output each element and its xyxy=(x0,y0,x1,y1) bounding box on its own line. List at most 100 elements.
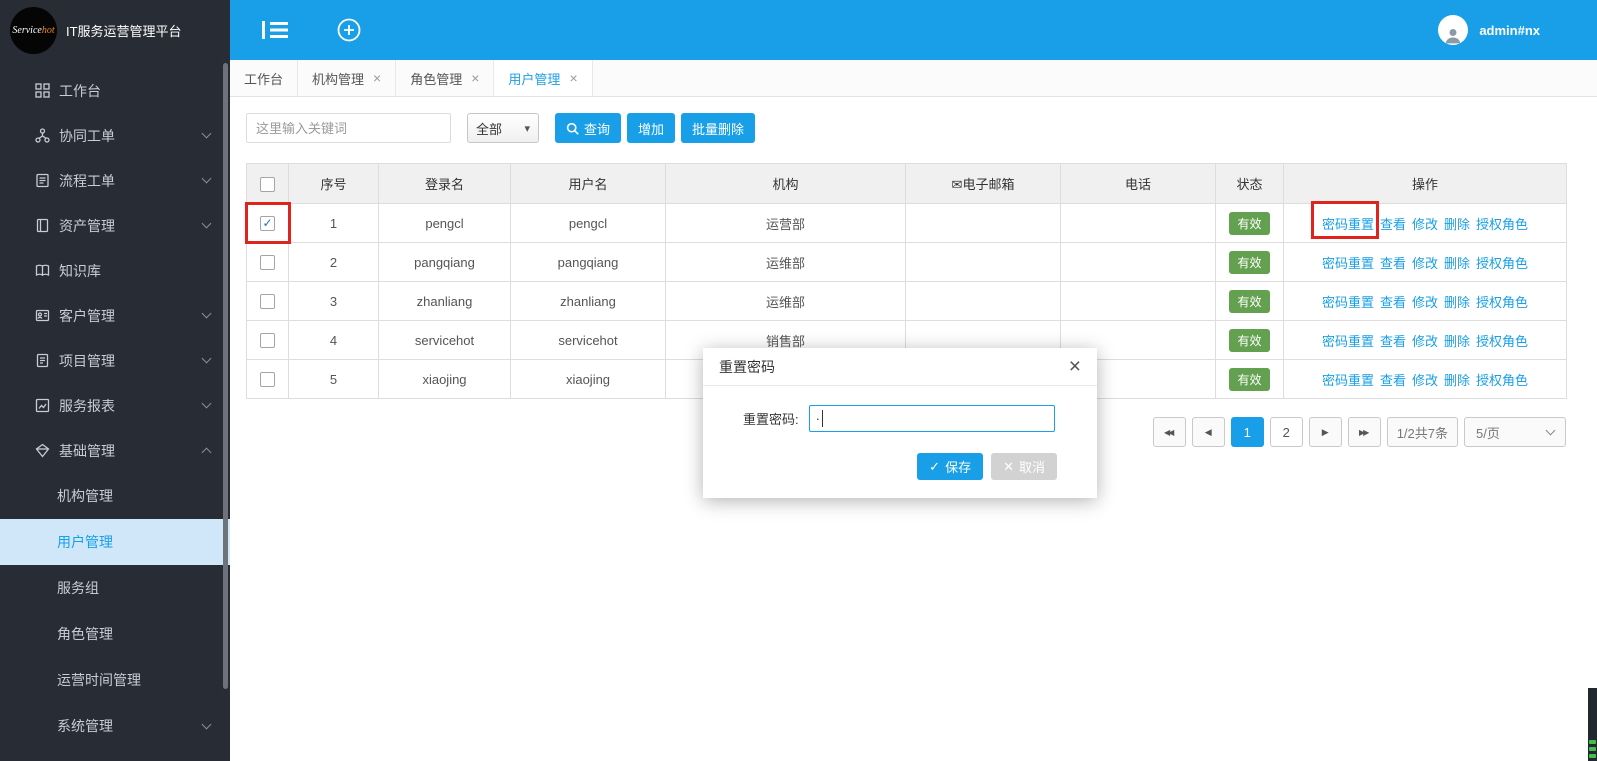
edit-link[interactable]: 修改 xyxy=(1412,217,1438,232)
cell-org: 运维部 xyxy=(666,243,906,282)
view-link[interactable]: 查看 xyxy=(1380,373,1406,388)
open-book-icon xyxy=(34,263,50,279)
save-button[interactable]: ✓ 保存 xyxy=(917,453,983,480)
cell-username: pangqiang xyxy=(511,243,666,282)
grant-role-link[interactable]: 授权角色 xyxy=(1476,295,1528,310)
submenu-item-system-management[interactable]: 系统管理 xyxy=(0,703,230,749)
view-link[interactable]: 查看 xyxy=(1380,334,1406,349)
header-email: ✉电子邮箱 xyxy=(906,164,1061,204)
tab-role-management[interactable]: 角色管理 × xyxy=(396,60,494,96)
edit-link[interactable]: 修改 xyxy=(1412,334,1438,349)
tab-user-management[interactable]: 用户管理 × xyxy=(494,60,592,96)
email-icon: ✉ xyxy=(952,177,963,192)
reset-password-link[interactable]: 密码重置 xyxy=(1322,256,1374,271)
delete-link[interactable]: 删除 xyxy=(1444,256,1470,271)
sidebar-item-projects[interactable]: 项目管理 xyxy=(0,338,230,383)
brand-logo[interactable]: Servicehot xyxy=(10,7,57,54)
row-checkbox[interactable] xyxy=(260,294,275,309)
view-link[interactable]: 查看 xyxy=(1380,217,1406,232)
reset-password-input-wrap xyxy=(809,405,1055,432)
row-checkbox-checked[interactable]: ✓ xyxy=(260,216,275,231)
avatar[interactable] xyxy=(1438,15,1468,45)
submenu-item-role-management[interactable]: 角色管理 xyxy=(0,611,230,657)
page-button-1[interactable]: 1 xyxy=(1231,417,1264,447)
sidebar-toggle-icon[interactable] xyxy=(262,20,288,40)
close-icon[interactable]: × xyxy=(373,71,381,85)
sidebar-item-process-tickets[interactable]: 流程工单 xyxy=(0,158,230,203)
cell-status: 有效 xyxy=(1216,282,1284,321)
grant-role-link[interactable]: 授权角色 xyxy=(1476,373,1528,388)
table-row[interactable]: ✓ 1 pengcl pengcl 运营部 有效 密码重置查看修改删除授权角色 xyxy=(247,204,1567,243)
table-row[interactable]: 2 pangqiang pangqiang 运维部 有效 密码重置查看修改删除授… xyxy=(247,243,1567,282)
chevron-down-icon xyxy=(202,399,212,409)
page-button-2[interactable]: 2 xyxy=(1270,417,1303,447)
prev-page-button[interactable]: ◀ xyxy=(1192,417,1225,447)
reset-password-input[interactable] xyxy=(809,405,1055,432)
filter-select[interactable]: 全部 ▾ xyxy=(467,113,539,143)
edit-link[interactable]: 修改 xyxy=(1412,256,1438,271)
close-icon[interactable]: × xyxy=(569,71,577,85)
first-page-button[interactable]: ◀◀ xyxy=(1153,417,1186,447)
cell-status: 有效 xyxy=(1216,321,1284,360)
view-link[interactable]: 查看 xyxy=(1380,295,1406,310)
submenu-item-operation-time[interactable]: 运营时间管理 xyxy=(0,657,230,703)
table-row[interactable]: 3 zhanliang zhanliang 运维部 有效 密码重置查看修改删除授… xyxy=(247,282,1567,321)
add-new-icon[interactable] xyxy=(337,18,361,42)
sidebar-item-basic-management[interactable]: 基础管理 xyxy=(0,428,230,473)
delete-link[interactable]: 删除 xyxy=(1444,334,1470,349)
edit-link[interactable]: 修改 xyxy=(1412,295,1438,310)
sidebar-item-collab-tickets[interactable]: 协同工单 xyxy=(0,113,230,158)
cell-phone xyxy=(1061,204,1216,243)
next-page-button[interactable]: ▶ xyxy=(1309,417,1342,447)
sidebar-item-reports[interactable]: 服务报表 xyxy=(0,383,230,428)
platform-title: IT服务运营管理平台 xyxy=(66,21,182,40)
grant-role-link[interactable]: 授权角色 xyxy=(1476,334,1528,349)
username[interactable]: admin#nx xyxy=(1479,23,1540,38)
row-checkbox[interactable] xyxy=(260,333,275,348)
cell-seq: 5 xyxy=(289,360,379,399)
reset-password-label: 重置密码: xyxy=(743,409,799,428)
share-nodes-icon xyxy=(34,128,50,144)
sidebar-scrollbar[interactable] xyxy=(223,63,228,689)
delete-link[interactable]: 删除 xyxy=(1444,373,1470,388)
close-icon[interactable]: × xyxy=(1069,356,1081,377)
sidebar-item-customers[interactable]: 客户管理 xyxy=(0,293,230,338)
query-button[interactable]: 查询 xyxy=(555,113,621,143)
reset-password-link[interactable]: 密码重置 xyxy=(1322,217,1374,232)
tab-workbench[interactable]: 工作台 xyxy=(230,60,298,96)
reset-password-link[interactable]: 密码重置 xyxy=(1322,295,1374,310)
row-checkbox[interactable] xyxy=(260,255,275,270)
reset-password-link[interactable]: 密码重置 xyxy=(1322,334,1374,349)
tab-label: 角色管理 xyxy=(410,69,462,88)
submenu-item-service-group[interactable]: 服务组 xyxy=(0,565,230,611)
edit-link[interactable]: 修改 xyxy=(1412,373,1438,388)
sidebar-item-knowledge-base[interactable]: 知识库 xyxy=(0,248,230,293)
reset-password-link[interactable]: 密码重置 xyxy=(1322,373,1374,388)
delete-link[interactable]: 删除 xyxy=(1444,217,1470,232)
submenu-item-label: 服务组 xyxy=(57,578,210,598)
select-all-checkbox[interactable] xyxy=(260,177,275,192)
cell-username: pengcl xyxy=(511,204,666,243)
cell-username: zhanliang xyxy=(511,282,666,321)
edge-bar xyxy=(1589,740,1596,744)
grant-role-link[interactable]: 授权角色 xyxy=(1476,256,1528,271)
cancel-button[interactable]: ✕ 取消 xyxy=(991,453,1057,480)
tab-org-management[interactable]: 机构管理 × xyxy=(298,60,396,96)
search-input[interactable] xyxy=(246,113,451,143)
submenu-item-org-management[interactable]: 机构管理 xyxy=(0,473,230,519)
page-size-select[interactable]: 5/页 xyxy=(1464,417,1566,447)
delete-link[interactable]: 删除 xyxy=(1444,295,1470,310)
close-icon[interactable]: × xyxy=(471,71,479,85)
last-page-button[interactable]: ▶▶ xyxy=(1348,417,1381,447)
submenu-item-user-management[interactable]: 用户管理 xyxy=(0,519,230,565)
row-checkbox[interactable] xyxy=(260,372,275,387)
cell-status: 有效 xyxy=(1216,204,1284,243)
cell-email xyxy=(906,204,1061,243)
sidebar-item-assets[interactable]: 资产管理 xyxy=(0,203,230,248)
grant-role-link[interactable]: 授权角色 xyxy=(1476,217,1528,232)
cell-actions: 密码重置查看修改删除授权角色 xyxy=(1284,321,1567,360)
sidebar-item-workbench[interactable]: 工作台 xyxy=(0,68,230,113)
view-link[interactable]: 查看 xyxy=(1380,256,1406,271)
batch-delete-button[interactable]: 批量删除 xyxy=(681,113,755,143)
add-button[interactable]: 增加 xyxy=(627,113,675,143)
